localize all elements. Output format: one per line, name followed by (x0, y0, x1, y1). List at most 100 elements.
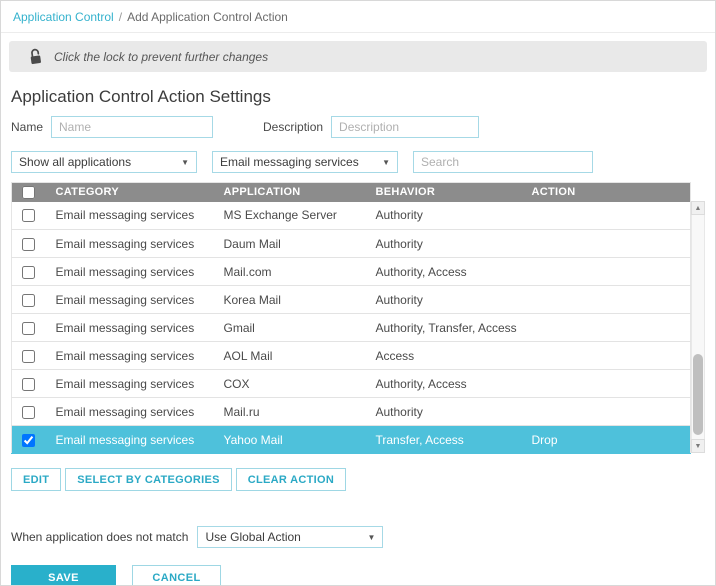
row-checkbox[interactable] (22, 294, 35, 307)
cell-application: COX (216, 370, 368, 398)
cell-action (524, 370, 691, 398)
save-button[interactable]: SAVE (11, 565, 116, 586)
cell-category: Email messaging services (48, 426, 216, 454)
breadcrumb-link-application-control[interactable]: Application Control (13, 10, 114, 24)
cell-behavior: Authority, Access (368, 370, 524, 398)
scroll-up-icon[interactable]: ▲ (691, 201, 705, 215)
cell-application: Yahoo Mail (216, 426, 368, 454)
app-table-body: Email messaging servicesMS Exchange Serv… (12, 202, 691, 454)
table-row[interactable]: Email messaging servicesDaum MailAuthori… (12, 230, 691, 258)
table-action-buttons: EDIT SELECT BY CATEGORIES CLEAR ACTION (11, 468, 705, 491)
cell-application: MS Exchange Server (216, 202, 368, 230)
cell-behavior: Transfer, Access (368, 426, 524, 454)
lock-banner: Click the lock to prevent further change… (9, 41, 707, 72)
global-action-select[interactable]: Use Global Action ▼ (197, 526, 383, 548)
row-checkbox[interactable] (22, 238, 35, 251)
application-filter-value: Show all applications (19, 155, 131, 169)
cell-behavior: Authority (368, 286, 524, 314)
page: Application Control / Add Application Cont… (0, 0, 716, 586)
cell-category: Email messaging services (48, 230, 216, 258)
select-by-categories-button[interactable]: SELECT BY CATEGORIES (65, 468, 232, 491)
row-checkbox[interactable] (22, 350, 35, 363)
cell-action (524, 258, 691, 286)
filter-row: Show all applications ▼ Email messaging … (11, 151, 705, 173)
applications-table: CATEGORY APPLICATION BEHAVIOR ACTION Ema… (11, 182, 691, 454)
clear-action-button[interactable]: CLEAR ACTION (236, 468, 346, 491)
cell-action (524, 202, 691, 230)
cell-category: Email messaging services (48, 398, 216, 426)
name-label: Name (11, 120, 43, 134)
table-row[interactable]: Email messaging servicesKorea MailAuthor… (12, 286, 691, 314)
column-header-behavior: BEHAVIOR (368, 183, 524, 202)
footer-buttons: SAVE CANCEL (11, 565, 705, 586)
cell-application: AOL Mail (216, 342, 368, 370)
cell-application: Korea Mail (216, 286, 368, 314)
vertical-scrollbar[interactable]: ▲ ▼ (691, 201, 705, 453)
breadcrumb-current: Add Application Control Action (127, 10, 288, 24)
cell-action (524, 398, 691, 426)
scroll-down-icon[interactable]: ▼ (691, 439, 705, 453)
select-all-checkbox[interactable] (22, 186, 35, 199)
cell-behavior: Authority, Access (368, 258, 524, 286)
cell-behavior: Authority (368, 202, 524, 230)
table-row[interactable]: Email messaging servicesGmailAuthority, … (12, 314, 691, 342)
name-description-row: Name Description (11, 116, 705, 138)
table-header-row: CATEGORY APPLICATION BEHAVIOR ACTION (12, 183, 691, 202)
column-header-action: ACTION (524, 183, 691, 202)
table-row[interactable]: Email messaging servicesAOL MailAccess (12, 342, 691, 370)
scrollbar-track[interactable] (691, 215, 705, 439)
cell-action (524, 230, 691, 258)
row-checkbox[interactable] (22, 406, 35, 419)
table-row[interactable]: Email messaging servicesMail.comAuthorit… (12, 258, 691, 286)
row-checkbox[interactable] (22, 434, 35, 447)
category-filter-select[interactable]: Email messaging services ▼ (212, 151, 398, 173)
cell-application: Mail.ru (216, 398, 368, 426)
applications-table-wrap: CATEGORY APPLICATION BEHAVIOR ACTION Ema… (11, 182, 705, 454)
breadcrumb-separator: / (119, 10, 122, 24)
row-checkbox[interactable] (22, 209, 35, 222)
chevron-down-icon: ▼ (368, 533, 376, 542)
cell-behavior: Authority, Transfer, Access (368, 314, 524, 342)
global-action-label: When application does not match (11, 530, 188, 544)
cell-category: Email messaging services (48, 258, 216, 286)
chevron-down-icon: ▼ (181, 158, 189, 167)
breadcrumb: Application Control / Add Application Cont… (1, 1, 715, 33)
category-filter-value: Email messaging services (220, 155, 359, 169)
table-row[interactable]: Email messaging servicesMail.ruAuthority (12, 398, 691, 426)
search-input[interactable] (413, 151, 593, 173)
cell-behavior: Authority (368, 398, 524, 426)
cell-application: Mail.com (216, 258, 368, 286)
scrollbar-thumb[interactable] (693, 354, 703, 435)
cell-behavior: Authority (368, 230, 524, 258)
cell-category: Email messaging services (48, 202, 216, 230)
lock-banner-text: Click the lock to prevent further change… (54, 50, 268, 64)
cell-category: Email messaging services (48, 286, 216, 314)
global-action-row: When application does not match Use Glob… (11, 526, 705, 548)
cell-action: Drop (524, 426, 691, 454)
row-checkbox[interactable] (22, 378, 35, 391)
open-padlock-icon[interactable] (27, 47, 44, 66)
page-title: Application Control Action Settings (11, 87, 705, 107)
cell-action (524, 342, 691, 370)
global-action-value: Use Global Action (205, 530, 300, 544)
table-row[interactable]: Email messaging servicesYahoo MailTransf… (12, 426, 691, 454)
cell-category: Email messaging services (48, 342, 216, 370)
cell-application: Gmail (216, 314, 368, 342)
column-header-application: APPLICATION (216, 183, 368, 202)
cancel-button[interactable]: CANCEL (132, 565, 221, 586)
chevron-down-icon: ▼ (382, 158, 390, 167)
cell-application: Daum Mail (216, 230, 368, 258)
application-filter-select[interactable]: Show all applications ▼ (11, 151, 197, 173)
table-row[interactable]: Email messaging servicesMS Exchange Serv… (12, 202, 691, 230)
row-checkbox[interactable] (22, 266, 35, 279)
cell-action (524, 314, 691, 342)
cell-category: Email messaging services (48, 370, 216, 398)
edit-button[interactable]: EDIT (11, 468, 61, 491)
table-row[interactable]: Email messaging servicesCOXAuthority, Ac… (12, 370, 691, 398)
description-label: Description (263, 120, 323, 134)
description-input[interactable] (331, 116, 479, 138)
cell-category: Email messaging services (48, 314, 216, 342)
cell-behavior: Access (368, 342, 524, 370)
name-input[interactable] (51, 116, 213, 138)
row-checkbox[interactable] (22, 322, 35, 335)
